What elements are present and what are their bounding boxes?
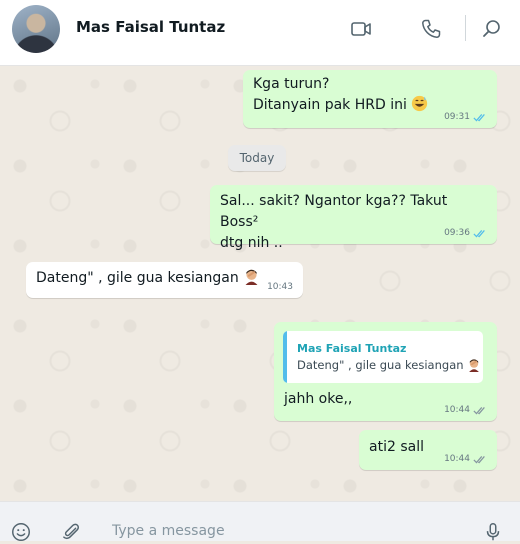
message-input[interactable]: [110, 518, 444, 544]
message-time: 10:44: [444, 454, 470, 464]
message-meta: 09:31: [444, 112, 487, 122]
quoted-message[interactable]: Mas Faisal Tuntaz Dateng" , gile gua kes…: [283, 331, 483, 383]
person-facepalming-emoji: [469, 359, 480, 372]
message-bubble-incoming[interactable]: Dateng" , gile gua kesiangan 10:43: [26, 262, 303, 298]
message-bubble-outgoing[interactable]: Kga turun? Ditanyain pak HRD ini 09:31: [243, 70, 497, 128]
chat-header: Mas Faisal Tuntaz: [0, 0, 520, 66]
attach-icon[interactable]: [60, 521, 82, 543]
message-text: ati2 sall: [369, 439, 424, 455]
quoted-text: Dateng" , gile gua kesiangan: [297, 358, 464, 372]
header-divider: [465, 15, 466, 41]
message-bubble-outgoing[interactable]: ati2 sall 10:44: [359, 430, 497, 470]
message-time: 10:44: [444, 405, 470, 415]
message-composer: [0, 501, 520, 544]
read-receipt-icon: [473, 113, 485, 121]
day-separator: Today: [228, 145, 286, 171]
search-icon[interactable]: [480, 17, 504, 41]
message-text: Sal... sakit? Ngantor kga?? Takut Boss²: [220, 193, 448, 230]
delivered-receipt-icon: [473, 455, 485, 463]
message-text: jahh oke,,: [284, 391, 353, 407]
message-time: 09:31: [444, 112, 470, 122]
quote-accent-bar: [283, 331, 287, 383]
contact-name[interactable]: Mas Faisal Tuntaz: [76, 18, 225, 36]
message-time: 09:36: [444, 228, 470, 238]
message-bubble-outgoing[interactable]: Mas Faisal Tuntaz Dateng" , gile gua kes…: [274, 322, 497, 421]
quoted-text-row: Dateng" , gile gua kesiangan: [297, 355, 481, 376]
message-time: 10:43: [267, 282, 293, 292]
message-bubble-outgoing[interactable]: Sal... sakit? Ngantor kga?? Takut Boss² …: [210, 185, 497, 251]
contact-avatar[interactable]: [12, 5, 60, 53]
grinning-sweat-emoji: [412, 95, 428, 112]
message-text: Kga turun?: [253, 76, 330, 92]
message-meta: 10:44: [444, 405, 487, 415]
read-receipt-icon: [473, 229, 485, 237]
message-text: Ditanyain pak HRD ini: [253, 97, 407, 113]
message-list[interactable]: Kga turun? Ditanyain pak HRD ini 09:31 T…: [0, 66, 520, 501]
delivered-receipt-icon: [473, 406, 485, 414]
message-meta: 09:36: [444, 228, 487, 238]
person-facepalming-emoji: [245, 269, 258, 285]
emoji-icon[interactable]: [10, 521, 32, 543]
message-meta: 10:43: [267, 282, 293, 292]
voice-call-icon[interactable]: [419, 17, 443, 41]
message-meta: 10:44: [444, 454, 487, 464]
microphone-icon[interactable]: [482, 521, 504, 543]
video-call-icon[interactable]: [349, 17, 373, 41]
message-text: Dateng" , gile gua kesiangan: [36, 270, 239, 286]
